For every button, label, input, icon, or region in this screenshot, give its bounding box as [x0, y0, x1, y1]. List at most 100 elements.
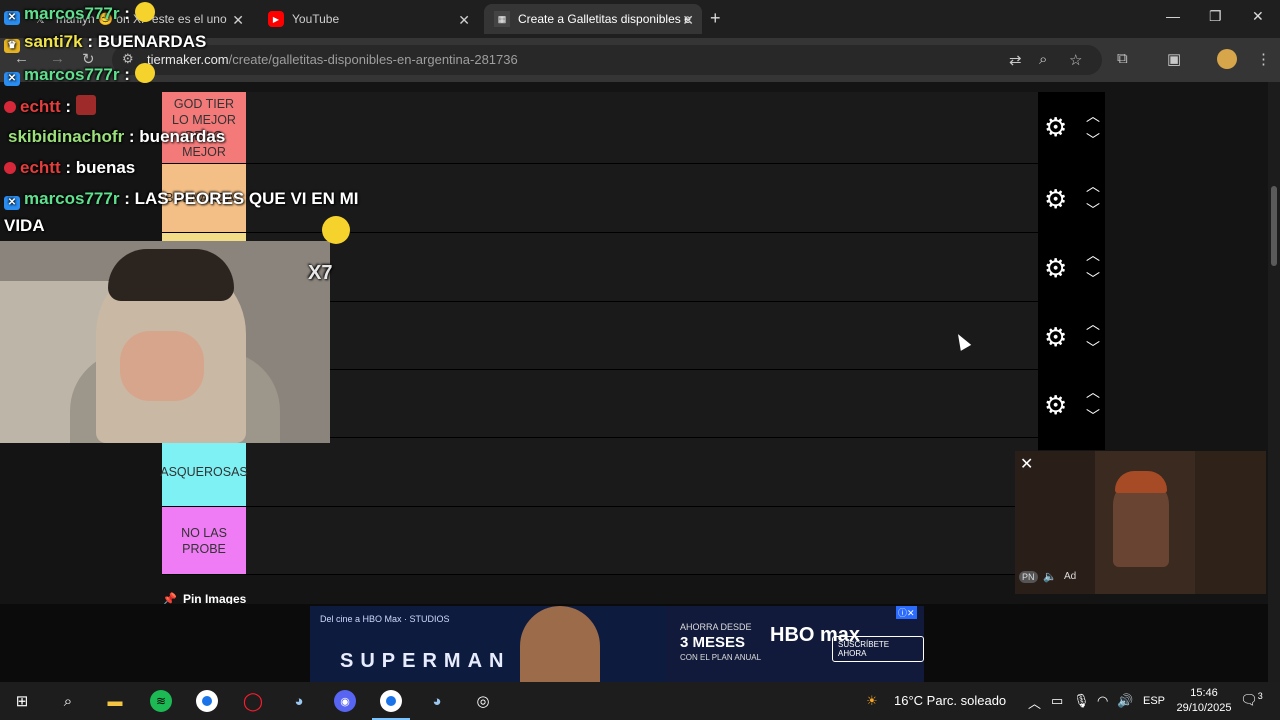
gear-icon[interactable]: ⚙ [1044, 322, 1067, 353]
discord-icon[interactable]: ◉ [334, 690, 356, 712]
webcam-hand [120, 331, 204, 401]
clock[interactable]: 15:46 29/10/2025 [1176, 686, 1232, 716]
chat-message: skibidinachofr : buenardas [8, 127, 226, 146]
extensions-icon[interactable]: ⧉ [1117, 50, 1128, 67]
notification-icon[interactable]: 🗨3 [1240, 691, 1263, 709]
gear-icon[interactable]: ⚙ [1044, 112, 1067, 143]
weather-icon[interactable]: ☀ [866, 693, 878, 709]
tab-youtube[interactable]: ▶ YouTube ✕ [258, 4, 478, 34]
zoom-icon[interactable]: ⌕ [1039, 51, 1047, 68]
ad-offer-months: 3 MESES [680, 634, 746, 651]
weather-widget[interactable]: 16°C Parc. soleado [894, 693, 1006, 708]
chat-username: echtt [20, 97, 61, 116]
tier-row[interactable]: GOD TIER LO MEJOR DE LO MEJOR [162, 92, 1038, 164]
crown-badge-icon: ♛ [4, 39, 20, 53]
steam-icon[interactable]: ◕ [426, 690, 448, 712]
chevron-up-icon[interactable]: ︿ [1086, 382, 1100, 402]
scrollbar-thumb[interactable] [1271, 186, 1277, 266]
tier-label[interactable]: ASQUEROSAS [160, 438, 248, 506]
ad-close-icon[interactable]: ⓘ✕ [896, 606, 917, 619]
close-tab-icon[interactable]: ✕ [232, 12, 244, 29]
tier-row[interactable]: NO LAS PROBE [162, 507, 1038, 575]
clock-date: 29/10/2025 [1176, 702, 1232, 714]
pn-badge: PN [1019, 571, 1038, 583]
chevron-down-icon[interactable]: ﹀ [1086, 200, 1100, 220]
superman-ad[interactable]: Del cine a HBO Max · STUDIOS SUPERMAN AH… [310, 606, 924, 682]
translate-icon[interactable]: ⇄ [1009, 51, 1022, 69]
windows-start-icon[interactable]: ⊞ [11, 690, 33, 712]
chucky-hair-image [1115, 471, 1167, 493]
mute-icon[interactable]: 🔈 [1043, 570, 1057, 583]
profile-avatar[interactable] [1217, 49, 1237, 69]
chevron-down-icon[interactable]: ﹀ [1086, 406, 1100, 426]
ad-offer-panel: AHORRA DESDE 3 MESES CON EL PLAN ANUAL H… [666, 606, 924, 682]
gear-icon[interactable]: ⚙ [1044, 184, 1067, 215]
moderator-badge-icon [4, 101, 16, 113]
sub-badge-icon: ✕ [4, 72, 20, 86]
subscribe-button[interactable]: SUSCRÍBETE AHORA [832, 636, 924, 662]
ad-title: SUPERMAN [340, 650, 511, 672]
gear-icon[interactable]: ⚙ [1044, 390, 1067, 421]
tier-controls: ⚙ ︿ ﹀ [1038, 92, 1105, 164]
emote-icon [134, 63, 155, 83]
volume-icon[interactable]: 🔊 [1117, 693, 1133, 709]
chevron-up-icon[interactable]: ︿ [1028, 693, 1041, 712]
address-bar[interactable]: ⚙ tiermaker.com/create/galletitas-dispon… [112, 45, 1102, 75]
menu-icon[interactable]: ⋮ [1256, 50, 1271, 68]
maximize-icon[interactable]: ❐ [1209, 8, 1222, 25]
tier-controls: ⚙ ︿ ﹀ [1038, 233, 1105, 302]
tab-tiermaker[interactable]: ▦ Create a Galletitas disponibles e ✕ [484, 4, 702, 34]
tier-label[interactable]: NO LAS PROBE [162, 507, 246, 574]
new-tab-icon[interactable]: + [710, 8, 721, 29]
moderator-badge-icon [4, 162, 16, 174]
chevron-up-icon[interactable]: ︿ [1086, 106, 1100, 126]
chat-username: echtt [20, 158, 61, 177]
language-indicator[interactable]: ESP [1143, 695, 1165, 707]
ad-label: Ad [1064, 571, 1077, 582]
search-icon[interactable]: ⌕ [57, 690, 79, 712]
chevron-down-icon[interactable]: ﹀ [1086, 269, 1100, 289]
gear-icon[interactable]: ⚙ [1044, 253, 1067, 284]
streamer-webcam [0, 241, 330, 443]
media-icon[interactable]: ▣ [1167, 50, 1181, 68]
camera-icon[interactable]: ▭ [1051, 693, 1063, 709]
youtube-icon: ▶ [268, 11, 284, 27]
ad-movie-panel: Del cine a HBO Max · STUDIOS SUPERMAN [310, 606, 666, 682]
tab-label: Create a Galletitas disponibles e [518, 12, 691, 26]
opera-icon[interactable]: ◯ [242, 690, 264, 712]
chrome-icon[interactable] [380, 690, 402, 712]
chat-username: skibidinachofr [8, 127, 125, 146]
emote-icon [322, 216, 350, 244]
chevron-down-icon[interactable]: ﹀ [1086, 130, 1100, 150]
bookmark-star-icon[interactable]: ☆ [1069, 51, 1082, 69]
wifi-icon[interactable]: ◠ [1097, 693, 1108, 709]
obs-icon[interactable]: ◎ [472, 690, 494, 712]
emote-icon [134, 2, 155, 22]
spotify-icon[interactable]: ≋ [150, 690, 172, 712]
page-scrollbar[interactable] [1268, 82, 1280, 682]
webcam-hair [108, 249, 234, 301]
chat-text: BUENARDAS [97, 32, 207, 51]
chat-text: buenardas [139, 127, 226, 146]
close-window-icon[interactable]: ✕ [1252, 8, 1264, 25]
tier-row[interactable]: ASQUEROSAS [160, 438, 1038, 507]
url-text: tiermaker.com/create/galletitas-disponib… [147, 52, 518, 67]
chevron-down-icon[interactable]: ﹀ [1086, 338, 1100, 358]
close-tab-icon[interactable]: ✕ [458, 12, 470, 29]
chat-text: VIDA [4, 216, 45, 235]
microphone-icon[interactable]: 🎙 [1073, 693, 1090, 709]
chrome-icon[interactable] [196, 690, 218, 712]
chat-message: ✕ marcos777r : [4, 2, 155, 25]
minimize-icon[interactable]: — [1166, 8, 1180, 24]
chevron-up-icon[interactable]: ︿ [1086, 245, 1100, 265]
close-video-ad-icon[interactable]: ✕ [1020, 454, 1033, 474]
steam-icon[interactable]: ◕ [288, 690, 310, 712]
close-tab-icon[interactable]: ✕ [682, 12, 694, 29]
chevron-up-icon[interactable]: ︿ [1086, 176, 1100, 196]
ad-top-text: Del cine a HBO Max · STUDIOS [320, 614, 450, 624]
file-explorer-icon[interactable]: ▬ [104, 690, 126, 712]
emote-multiplier: X7 [308, 262, 333, 284]
chevron-up-icon[interactable]: ︿ [1086, 314, 1100, 334]
chat-message: echtt : [4, 95, 96, 117]
windows-taskbar: ⊞ ⌕ ▬ ≋ ◯ ◕ ◉ ◕ ◎ ☀ 16°C Parc. soleado ︿… [0, 682, 1280, 720]
